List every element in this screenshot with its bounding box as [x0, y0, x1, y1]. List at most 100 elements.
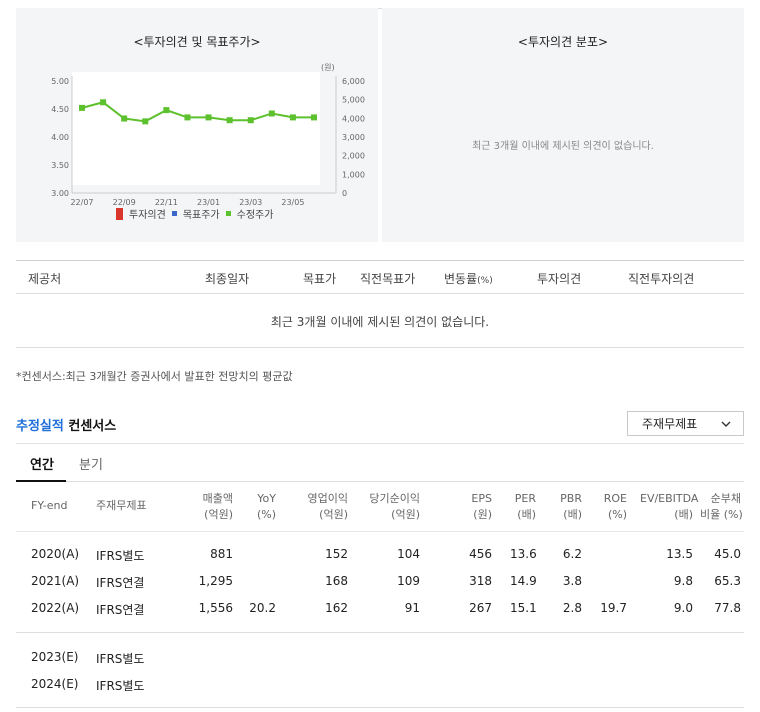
col-prev-opinion: 직전투자의견: [628, 272, 695, 286]
section-title-accent: 추정실적: [16, 419, 64, 434]
col-header: PER (배): [510, 491, 536, 523]
legend-opinion-swatch: [116, 207, 123, 220]
col-header-label: ROE: [603, 492, 627, 505]
row-value: 14.9: [510, 574, 537, 588]
tab-rule: [16, 481, 744, 482]
y-right-tick: 1,000: [342, 170, 365, 179]
col-header-unit: (원): [473, 508, 492, 521]
est-row-fy: 2024(E): [31, 677, 79, 691]
chevron-down-icon: [721, 421, 731, 427]
col-change-rate: 변동률(%): [444, 270, 493, 287]
col-change-rate-label: 변동률: [444, 272, 478, 286]
x-tick-label: 23/05: [281, 198, 304, 207]
col-header-unit: (%): [256, 508, 276, 521]
col-header: 당기순이익 (억원): [356, 491, 420, 523]
col-header-unit: (억원): [319, 508, 348, 521]
row-statement: IFRS연결: [96, 603, 145, 617]
est-row-fy: 2023(E): [31, 650, 79, 664]
price-point: [184, 114, 191, 121]
price-point: [121, 115, 128, 122]
col-header: YoY (%): [248, 491, 276, 523]
row-statement: IFRS연결: [96, 576, 145, 590]
col-opinion: 투자의견: [537, 272, 582, 286]
consensus-footnote: *컨센서스:최근 3개월간 증권사에서 발표한 전망치의 평균값: [16, 370, 293, 383]
est-row-statement: IFRS별도: [96, 679, 145, 693]
col-provider: 제공처: [28, 272, 62, 286]
col-header: 순부채비율 (%): [700, 491, 743, 523]
price-point: [289, 114, 296, 121]
row-value: 6.2: [562, 547, 582, 561]
x-tick-label: 22/07: [70, 198, 93, 207]
col-header-unit: (배): [563, 508, 582, 521]
price-point: [268, 110, 275, 117]
col-header-unit: 비율 (%): [700, 508, 743, 521]
row-statement: IFRS별도: [96, 549, 145, 563]
row-value: 162: [325, 601, 348, 615]
row-fy: 2020(A): [31, 547, 80, 561]
est-row-statement: IFRS별도: [96, 652, 145, 666]
y-left-tick: 5.00: [51, 77, 69, 86]
col-header-label: PER: [514, 492, 536, 505]
row-value: 20.2: [249, 601, 276, 615]
col-fy-end: FY-end: [31, 499, 68, 512]
legend-target: 목표주가: [182, 210, 220, 221]
price-point: [226, 117, 233, 124]
row-value: 45.0: [714, 547, 741, 561]
tab-quarterly[interactable]: 분기: [79, 454, 103, 473]
col-statement: 주재무제표: [96, 499, 147, 512]
row-value: 1,295: [198, 574, 233, 588]
unit-label: (원): [321, 63, 335, 72]
col-header-unit: (배): [517, 508, 536, 521]
row-value: 1,556: [198, 601, 233, 615]
y-right-tick: 2,000: [342, 152, 365, 161]
col-header-label: YoY: [257, 492, 276, 505]
fin-header-rule: [16, 531, 744, 532]
price-point: [311, 114, 317, 121]
col-header: PBR (배): [556, 491, 582, 523]
col-prev-target: 직전목표가: [360, 272, 416, 286]
row-value: 91: [404, 601, 420, 615]
row-value: 881: [210, 547, 233, 561]
col-header: 매출액 (억원): [196, 491, 233, 523]
row-value: 9.8: [673, 574, 693, 588]
row-value: 3.8: [562, 574, 582, 588]
col-header-label: 영업이익: [307, 492, 348, 505]
statement-dropdown[interactable]: 주재무제표: [627, 411, 744, 436]
row-fy: 2022(A): [31, 601, 80, 615]
y-left-tick: 4.50: [51, 105, 69, 114]
price-point: [79, 104, 85, 111]
opinion-table-top-rule: [16, 260, 744, 261]
row-value: 2.8: [562, 601, 582, 615]
distribution-title: <투자의견 분포>: [517, 35, 609, 49]
section-rule: [16, 443, 744, 444]
col-header-label: PBR: [560, 492, 582, 505]
y-left-tick: 3.00: [51, 189, 69, 198]
opinion-distribution-panel: <투자의견 분포> 최근 3개월 이내에 제시된 의견이 없습니다.: [382, 8, 744, 242]
distribution-empty-message: 최근 3개월 이내에 제시된 의견이 없습니다.: [472, 141, 654, 152]
row-value: 9.0: [673, 601, 693, 615]
row-value: 267: [469, 601, 492, 615]
col-header-label: 당기순이익: [369, 492, 420, 505]
y-left-tick: 4.00: [51, 133, 69, 142]
chart-legend: 투자의견 목표주가 수정주가: [116, 206, 273, 221]
section-title: 추정실적 컨센서스: [16, 415, 116, 434]
y-right-tick: 0: [342, 189, 347, 198]
opinion-table-header-rule: [16, 293, 744, 294]
price-point: [142, 118, 149, 125]
col-header-unit: (억원): [204, 508, 233, 521]
row-value: 152: [325, 547, 348, 561]
price-point: [205, 114, 212, 121]
col-header-unit: (억원): [391, 508, 420, 521]
col-header-label: 순부채: [710, 492, 741, 505]
col-target: 목표가: [303, 272, 337, 286]
row-value: 65.3: [714, 574, 741, 588]
col-header: ROE (%): [600, 491, 627, 523]
y-right-tick: 6,000: [342, 77, 365, 86]
row-fy: 2021(A): [31, 574, 80, 588]
fin-actual-rule: [16, 632, 744, 633]
y-right-tick: 4,000: [342, 114, 365, 123]
tab-annual[interactable]: 연간: [30, 454, 54, 473]
legend-target-swatch: [171, 211, 177, 216]
col-header-unit: (배): [674, 508, 693, 521]
legend-price-swatch: [225, 211, 231, 216]
